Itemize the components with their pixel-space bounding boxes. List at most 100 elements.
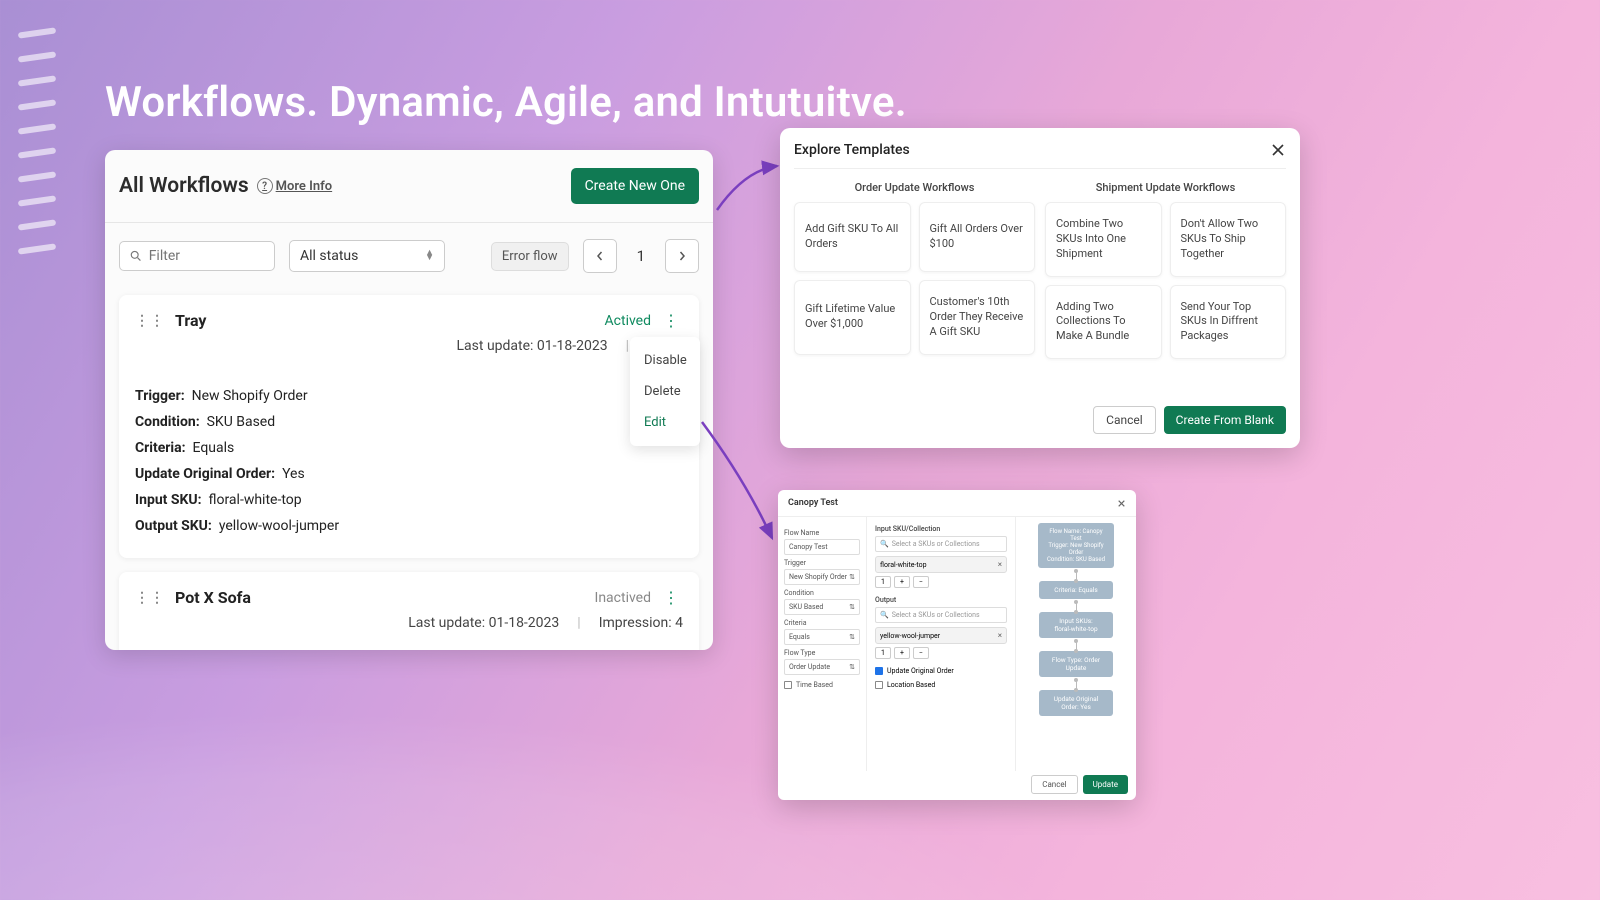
kebab-menu-button[interactable]: ⋮ [659,588,683,607]
filter-input-wrapper[interactable] [119,241,275,271]
search-placeholder: Select a SKUs or Collections [892,611,980,619]
condition-select[interactable]: SKU Based ⇅ [784,599,860,615]
trigger-select[interactable]: New Shopify Order⇅ [784,569,860,585]
error-flow-button[interactable]: Error flow [491,242,569,271]
location-checkbox[interactable]: Location Based [875,681,1007,689]
sku-chip: floral-white-top × [875,556,1007,573]
chip-label: yellow-wool-jumper [880,632,940,640]
update-order-checkbox[interactable]: Update Original Order [875,667,1007,675]
detail-value: floral-white-top [209,492,302,508]
flowtype-select[interactable]: Order Update ⇅ [784,659,860,675]
detail-value: New Shopify Order [192,388,308,404]
sku-chip: yellow-wool-jumper × [875,627,1007,644]
close-icon[interactable] [1270,142,1286,158]
flowname-input[interactable]: Canopy Test [784,539,860,555]
separator: | [577,615,580,631]
create-from-blank-button[interactable]: Create From Blank [1164,406,1286,434]
checkbox-label: Update Original Order [887,667,954,675]
menu-edit[interactable]: Edit [630,407,700,438]
filter-input[interactable] [149,248,265,264]
updown-icon: ⇅ [849,663,855,671]
next-page-button[interactable] [665,239,699,273]
section-label: Output [875,596,1007,604]
qty-down-button[interactable]: − [913,647,929,659]
modal-title: Explore Templates [794,142,910,158]
timebased-checkbox[interactable]: Time Based [784,681,860,689]
field-label: Flow Type [784,649,860,657]
drag-handle-icon[interactable]: ⋮⋮ [135,313,165,329]
last-update: Last update: 01-18-2023 [408,615,559,631]
remove-chip-icon[interactable]: × [998,631,1002,640]
template-card[interactable]: Gift All Orders Over $100 [919,202,1036,272]
detail-value: Equals [193,440,235,456]
detail-label: Trigger: [135,388,185,404]
arrow-icon [700,420,790,550]
kebab-menu-button[interactable]: ⋮ [659,311,683,330]
decorative-dashes [18,30,56,270]
select-updown-icon: ▲▼ [425,251,434,261]
field-label: Criteria [784,619,860,627]
detail-label: Condition: [135,414,200,430]
detail-label: Input SKU: [135,492,202,508]
template-card[interactable]: Don't Allow Two SKUs To Ship Together [1170,202,1287,277]
qty-up-button[interactable]: + [894,576,910,588]
editor-sidebar: Flow Name Canopy Test Trigger New Shopif… [778,517,866,771]
menu-delete[interactable]: Delete [630,376,700,407]
status-select-value: All status [300,248,358,264]
template-card[interactable]: Customer's 10th Order They Receive A Gif… [919,280,1036,355]
create-new-button[interactable]: Create New One [571,168,699,204]
cancel-button[interactable]: Cancel [1093,406,1156,434]
status-select[interactable]: All status ▲▼ [289,240,445,272]
prev-page-button[interactable] [583,239,617,273]
select-value: SKU Based [789,603,823,611]
detail-label: Criteria: [135,440,186,456]
qty-down-button[interactable]: − [913,576,929,588]
detail-label: Output SKU: [135,518,212,534]
connector-icon [1076,680,1077,690]
flow-diagram: Flow Name: Canopy Test Trigger: New Shop… [1016,517,1136,771]
close-icon[interactable] [1117,499,1126,508]
checkbox-icon [875,667,883,675]
template-card[interactable]: Add Gift SKU To All Orders [794,202,911,272]
connector-icon [1076,602,1077,612]
status-badge: Inactived [595,590,651,606]
section-label: Input SKU/Collection [875,525,1007,533]
checkbox-label: Time Based [796,681,833,689]
template-card[interactable]: Adding Two Collections To Make A Bundle [1045,285,1162,360]
detail-label: Update Original Order: [135,466,275,482]
workflow-name: Tray [175,311,206,330]
sku-search-input[interactable]: 🔍Select a SKUs or Collections [875,536,1007,552]
updown-icon: ⇅ [849,603,855,611]
drag-handle-icon[interactable]: ⋮⋮ [135,590,165,606]
status-badge: Actived [605,313,651,329]
more-info-link[interactable]: More Info [257,178,333,194]
column-title: Order Update Workflows [794,181,1035,194]
page-number: 1 [631,247,651,265]
remove-chip-icon[interactable]: × [998,560,1002,569]
template-card[interactable]: Gift Lifetime Value Over $1,000 [794,280,911,355]
qty-up-button[interactable]: + [894,647,910,659]
flow-node: Criteria: Equals [1039,581,1113,599]
chevron-left-icon [595,251,605,261]
field-label: Flow Name [784,529,860,537]
update-button[interactable]: Update [1083,775,1128,794]
chip-label: floral-white-top [880,561,927,569]
select-value: Order Update [789,663,830,671]
template-card[interactable]: Send Your Top SKUs In Diffrent Packages [1170,285,1287,360]
menu-disable[interactable]: Disable [630,345,700,376]
field-label: Trigger [784,559,860,567]
column-title: Shipment Update Workflows [1045,181,1286,194]
flow-node: Update Original Order: Yes [1039,690,1113,716]
checkbox-label: Location Based [887,681,935,689]
page-headline: Workflows. Dynamic, Agile, and Intutuitv… [105,78,907,127]
checkbox-icon [875,681,883,689]
criteria-select[interactable]: Equals⇅ [784,629,860,645]
sku-search-input[interactable]: 🔍Select a SKUs or Collections [875,607,1007,623]
search-icon: 🔍 [880,540,889,548]
flow-editor-modal: Canopy Test Flow Name Canopy Test Trigge… [778,490,1136,800]
cancel-button[interactable]: Cancel [1031,775,1077,794]
arrow-icon [715,160,785,220]
select-value: Equals [789,633,810,641]
template-card[interactable]: Combine Two SKUs Into One Shipment [1045,202,1162,277]
updown-icon: ⇅ [849,573,855,581]
